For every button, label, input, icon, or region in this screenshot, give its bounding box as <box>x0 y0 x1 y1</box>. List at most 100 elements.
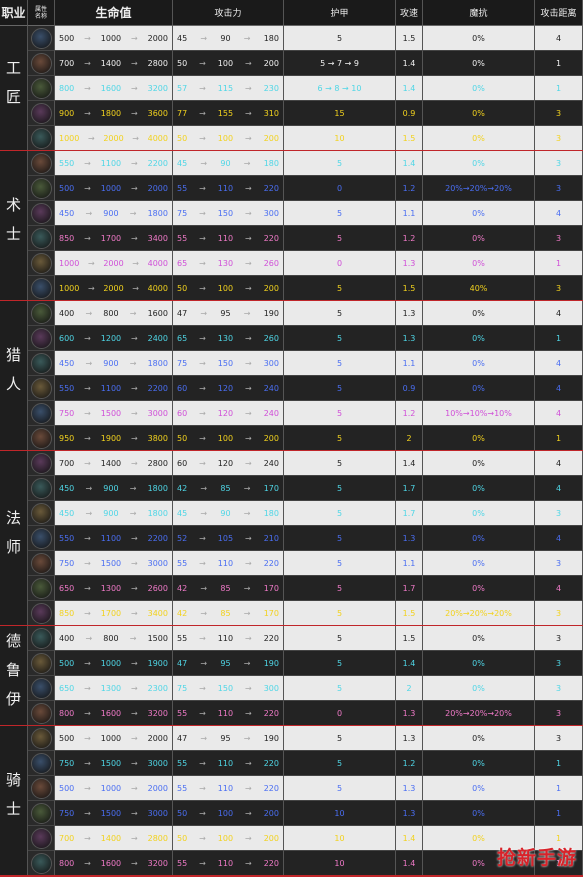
atk-value: 220 <box>263 708 279 718</box>
arrow-icon: → <box>245 383 252 393</box>
arrow-icon: → <box>243 483 251 493</box>
cell-speed: 1.5 <box>396 126 423 151</box>
hero-avatar <box>28 201 55 226</box>
cell-speed: 1.5 <box>396 601 423 626</box>
arrow-icon: → <box>84 858 91 868</box>
atk-value: 47 <box>177 308 188 318</box>
cell-range: 3 <box>535 626 583 651</box>
arrow-icon: → <box>84 158 91 168</box>
cell-hp: 450 → 900 → 1800 <box>55 476 173 501</box>
cell-mr: 0% <box>423 301 535 326</box>
cell-range: 1 <box>535 751 583 776</box>
atk-value: 50 <box>177 133 188 143</box>
cell-hp: 650 → 1300 → 2300 <box>55 676 173 701</box>
hp-value: 3400 <box>147 233 168 243</box>
hero-portrait-icon <box>30 502 52 524</box>
cell-mr: 0% <box>423 426 535 451</box>
arrow-icon: → <box>199 58 206 68</box>
hp-value: 800 <box>59 858 75 868</box>
hero-portrait-icon <box>30 577 52 599</box>
atk-value: 45 <box>177 158 188 168</box>
cell-range: 1 <box>535 326 583 351</box>
atk-value: 115 <box>217 83 234 93</box>
arrow-icon: → <box>199 358 206 368</box>
header-speed: 攻速 <box>396 0 423 26</box>
cell-armor: 5 <box>284 551 396 576</box>
cell-hp: 850 → 1700 → 3400 <box>55 226 173 251</box>
cell-range: 4 <box>535 301 583 326</box>
arrow-icon: → <box>245 558 252 568</box>
hero-avatar <box>28 826 55 851</box>
atk-value: 260 <box>263 333 279 343</box>
cell-speed: 1.4 <box>396 151 423 176</box>
atk-value: 52 <box>177 533 188 543</box>
hp-value: 1600 <box>100 83 122 93</box>
arrow-icon: → <box>131 383 138 393</box>
cell-speed: 2 <box>396 426 423 451</box>
hp-value: 800 <box>103 308 119 318</box>
atk-value: 240 <box>263 383 279 393</box>
cell-armor: 10 <box>284 801 396 826</box>
hero-avatar <box>28 301 55 326</box>
cell-hp: 950 → 1900 → 3800 <box>55 426 173 451</box>
hp-value: 3600 <box>147 108 168 118</box>
arrow-icon: → <box>84 708 91 718</box>
hero-portrait-icon <box>30 252 52 274</box>
cell-armor: 5 <box>284 426 396 451</box>
hp-value: 1000 <box>100 733 122 743</box>
cell-armor: 5 <box>284 526 396 551</box>
atk-value: 90 <box>220 508 231 518</box>
atk-value: 210 <box>263 533 279 543</box>
cell-atk: 57 → 115 → 230 <box>173 76 284 101</box>
atk-value: 55 <box>177 233 188 243</box>
hp-value: 1900 <box>147 658 168 668</box>
cell-atk: 42 → 85 → 170 <box>173 601 284 626</box>
hero-avatar <box>28 251 55 276</box>
atk-value: 45 <box>177 33 188 43</box>
cell-hp: 500 → 1000 → 2000 <box>55 776 173 801</box>
arrow-icon: → <box>245 108 252 118</box>
arrow-icon: → <box>129 358 137 368</box>
cell-range: 3 <box>535 501 583 526</box>
arrow-icon: → <box>129 208 137 218</box>
cell-armor: 5 <box>284 676 396 701</box>
cell-mr: 0% <box>423 526 535 551</box>
hp-value: 3800 <box>147 433 168 443</box>
hero-avatar <box>28 101 55 126</box>
arrow-icon: → <box>245 208 252 218</box>
atk-value: 240 <box>263 458 279 468</box>
cell-mr: 0% <box>423 551 535 576</box>
atk-value: 180 <box>263 33 279 43</box>
header-class: 职业 <box>0 0 28 26</box>
cell-range: 4 <box>535 451 583 476</box>
hp-value: 2300 <box>147 683 168 693</box>
cell-range: 4 <box>535 476 583 501</box>
hp-value: 400 <box>59 633 75 643</box>
cell-speed: 0.9 <box>396 101 423 126</box>
cell-hp: 450 → 900 → 1800 <box>55 201 173 226</box>
hero-avatar <box>28 51 55 76</box>
arrow-icon: → <box>199 258 206 268</box>
cell-armor: 5 <box>284 576 396 601</box>
cell-hp: 700 → 1400 → 2800 <box>55 51 173 76</box>
table-row: 850 → 1700 → 3400 42 → 85 → 170 5 1.5 20%→20%→20% 3 <box>28 601 583 626</box>
atk-value: 110 <box>217 758 234 768</box>
cell-armor: 5 <box>284 401 396 426</box>
cell-armor: 5 <box>284 626 396 651</box>
cell-armor: 5 <box>284 301 396 326</box>
hero-portrait-icon <box>30 527 52 549</box>
cell-atk: 65 → 130 → 260 <box>173 326 284 351</box>
cell-mr: 0% <box>423 76 535 101</box>
cell-mr: 0% <box>423 326 535 351</box>
cell-range: 1 <box>535 776 583 801</box>
atk-value: 300 <box>263 683 279 693</box>
table-row: 700 → 1400 → 2800 50 → 100 → 200 5 → 7 → 9 1.4 0% 1 <box>28 51 583 76</box>
hero-portrait-icon <box>30 152 52 174</box>
cell-armor: 5 <box>284 276 396 301</box>
table-row: 550 → 1100 → 2200 60 → 120 → 240 5 0.9 0% 4 <box>28 376 583 401</box>
atk-value: 170 <box>263 483 279 493</box>
hero-portrait-icon <box>30 477 52 499</box>
table-row: 550 → 1100 → 2200 52 → 105 → 210 5 1.3 0% 4 <box>28 526 583 551</box>
cell-speed: 1.1 <box>396 551 423 576</box>
arrow-icon: → <box>131 733 138 743</box>
